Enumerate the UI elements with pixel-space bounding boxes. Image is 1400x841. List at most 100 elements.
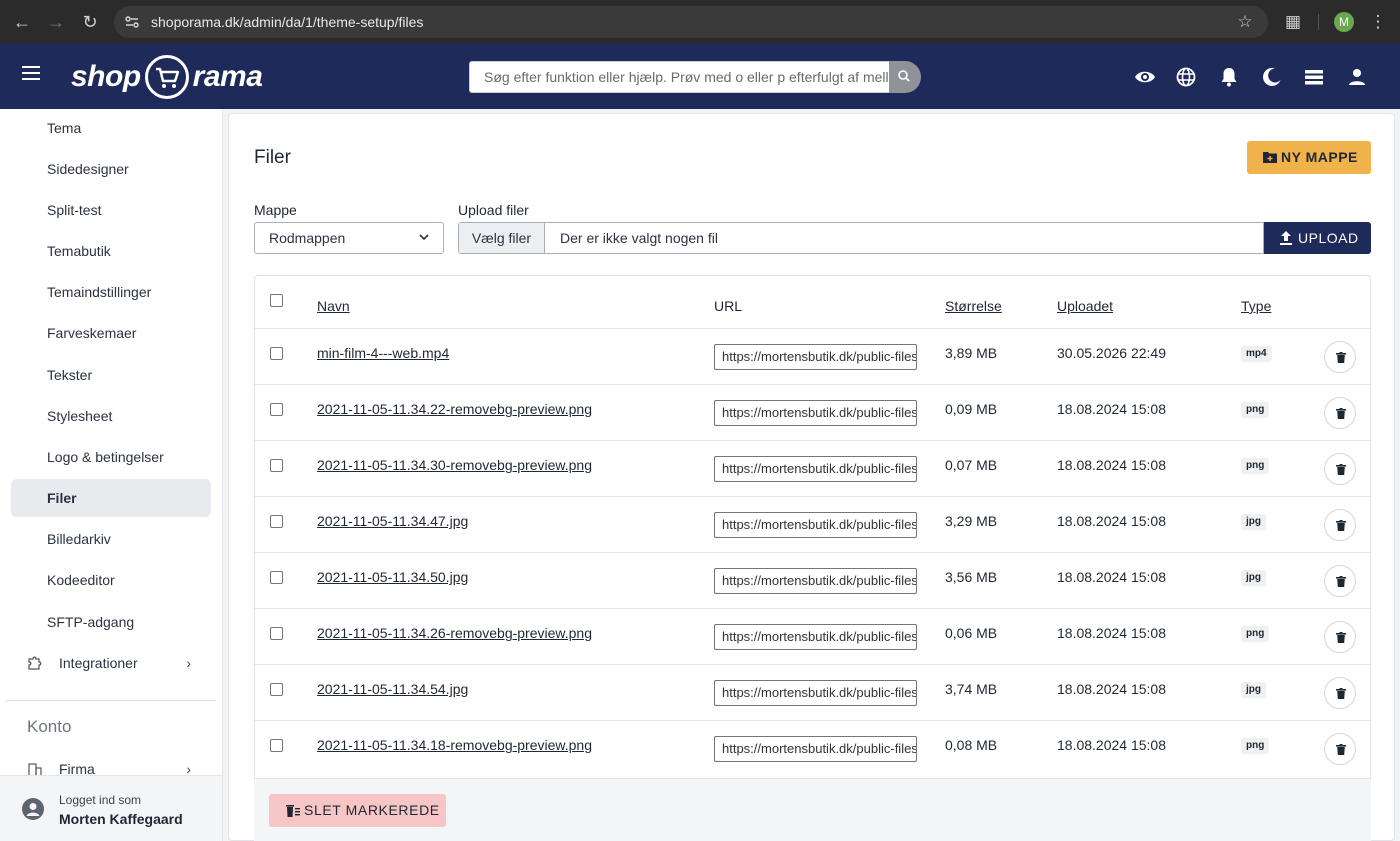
file-url-field[interactable]: https://mortensbutik.dk/public-files/ xyxy=(714,736,917,762)
file-url-field[interactable]: https://mortensbutik.dk/public-files/ xyxy=(714,400,917,426)
file-name-link[interactable]: 2021-11-05-11.34.18-removebg-preview.png xyxy=(317,737,592,753)
hamburger-menu-icon[interactable] xyxy=(22,66,42,86)
sidebar-item-farveskemaer[interactable]: Farveskemaer xyxy=(11,314,211,352)
choose-files-button[interactable]: Vælg filer xyxy=(459,223,545,253)
row-checkbox[interactable] xyxy=(270,739,283,752)
file-type-badge: png xyxy=(1241,402,1270,418)
delete-file-button[interactable] xyxy=(1324,565,1356,597)
delete-file-button[interactable] xyxy=(1324,397,1356,429)
sidebar-item-sidedesigner[interactable]: Sidedesigner xyxy=(11,150,211,188)
file-url-field[interactable]: https://mortensbutik.dk/public-files/ xyxy=(714,512,917,538)
file-name-link[interactable]: 2021-11-05-11.34.30-removebg-preview.png xyxy=(317,457,592,473)
file-url-field[interactable]: https://mortensbutik.dk/public-files/ xyxy=(714,568,917,594)
sidebar-item-logo-betingelser[interactable]: Logo & betingelser xyxy=(11,438,211,476)
sidebar-item-tekster[interactable]: Tekster xyxy=(11,356,211,394)
upload-button[interactable]: UPLOAD xyxy=(1264,222,1371,254)
upload-icon xyxy=(1280,231,1292,245)
row-checkbox[interactable] xyxy=(270,515,283,528)
select-all-checkbox[interactable] xyxy=(270,294,283,307)
file-name-link[interactable]: 2021-11-05-11.34.26-removebg-preview.png xyxy=(317,625,592,641)
delete-file-button[interactable] xyxy=(1324,677,1356,709)
stores-stack-icon[interactable] xyxy=(1302,65,1326,89)
sidebar-item-stylesheet[interactable]: Stylesheet xyxy=(11,397,211,435)
sidebar-item-temabutik[interactable]: Temabutik xyxy=(11,232,211,270)
file-url-field[interactable]: https://mortensbutik.dk/public-files/ xyxy=(714,624,917,650)
column-header-size[interactable]: Størrelse xyxy=(945,298,1002,314)
table-row: 2021-11-05-11.34.30-removebg-preview.png… xyxy=(255,440,1370,496)
file-upload-input[interactable]: Vælg filer Der er ikke valgt nogen fil xyxy=(458,222,1264,254)
search-input[interactable]: Søg efter funktion eller hjælp. Prøv med… xyxy=(469,61,890,93)
column-header-name[interactable]: Navn xyxy=(317,298,350,314)
table-row: 2021-11-05-11.34.54.jpg https://mortensb… xyxy=(255,664,1370,720)
row-checkbox[interactable] xyxy=(270,403,283,416)
folder-select[interactable]: Rodmappen xyxy=(254,222,444,254)
url-text[interactable]: shoporama.dk/admin/da/1/theme-setup/file… xyxy=(151,14,423,30)
logo-text-right: rama xyxy=(192,60,263,93)
delete-file-button[interactable] xyxy=(1324,453,1356,485)
address-bar[interactable]: shoporama.dk/admin/da/1/theme-setup/file… xyxy=(114,6,1268,38)
chevron-down-icon xyxy=(419,234,429,241)
file-uploaded-date: 18.08.2024 15:08 xyxy=(1057,737,1166,753)
row-checkbox[interactable] xyxy=(270,683,283,696)
site-settings-icon[interactable] xyxy=(124,14,140,30)
sidebar-item-sftp-adgang[interactable]: SFTP-adgang xyxy=(11,603,211,641)
table-row: 2021-11-05-11.34.26-removebg-preview.png… xyxy=(255,608,1370,664)
logged-in-label: Logget ind som xyxy=(59,793,142,807)
notifications-bell-icon[interactable] xyxy=(1217,65,1241,89)
globe-icon[interactable] xyxy=(1174,65,1198,89)
file-name-link[interactable]: 2021-11-05-11.34.54.jpg xyxy=(317,681,468,697)
back-icon[interactable]: ← xyxy=(10,10,34,34)
file-name-link[interactable]: 2021-11-05-11.34.47.jpg xyxy=(317,513,468,529)
search-button[interactable] xyxy=(889,61,921,93)
file-type-badge: png xyxy=(1241,738,1270,754)
delete-marked-button[interactable]: SLET MARKEREDE xyxy=(269,794,446,827)
profile-avatar[interactable]: M xyxy=(1334,12,1354,32)
sidebar-section-konto: Konto xyxy=(27,717,72,736)
trash-icon xyxy=(1336,352,1346,363)
delete-file-button[interactable] xyxy=(1324,621,1356,653)
sidebar-item-kodeeditor[interactable]: Kodeeditor xyxy=(11,561,211,599)
delete-file-button[interactable] xyxy=(1324,733,1356,765)
file-name-link[interactable]: 2021-11-05-11.34.22-removebg-preview.png xyxy=(317,401,592,417)
app-header: shop rama Søg efter funktion eller hjælp… xyxy=(0,44,1400,109)
row-checkbox[interactable] xyxy=(270,571,283,584)
column-header-uploaded[interactable]: Uploadet xyxy=(1057,298,1113,314)
sidebar-item-split-test[interactable]: Split-test xyxy=(11,191,211,229)
toolbar-divider xyxy=(1318,14,1319,30)
delete-file-button[interactable] xyxy=(1324,341,1356,373)
file-url-field[interactable]: https://mortensbutik.dk/public-files/ xyxy=(714,456,917,482)
file-type-badge: png xyxy=(1241,626,1270,642)
preview-eye-icon[interactable] xyxy=(1133,65,1157,89)
bookmark-star-icon[interactable]: ☆ xyxy=(1233,10,1257,34)
extensions-icon[interactable]: ▦ xyxy=(1281,10,1305,34)
file-name-link[interactable]: min-film-4---web.mp4 xyxy=(317,345,449,361)
table-row: 2021-11-05-11.34.22-removebg-preview.png… xyxy=(255,384,1370,440)
sidebar-item-temaindstillinger[interactable]: Temaindstillinger xyxy=(11,273,211,311)
file-name-link[interactable]: 2021-11-05-11.34.50.jpg xyxy=(317,569,468,585)
puzzle-icon xyxy=(28,656,42,670)
forward-icon[interactable]: → xyxy=(44,10,68,34)
file-url-field[interactable]: https://mortensbutik.dk/public-files/ xyxy=(714,680,917,706)
file-size: 0,08 MB xyxy=(945,737,998,753)
dark-mode-moon-icon[interactable] xyxy=(1260,65,1284,89)
file-size: 3,74 MB xyxy=(945,681,998,697)
browser-menu-icon[interactable]: ⋮ xyxy=(1366,10,1390,34)
sidebar-item-tema[interactable]: Tema xyxy=(11,109,211,147)
table-row: 2021-11-05-11.34.47.jpg https://mortensb… xyxy=(255,496,1370,552)
row-checkbox[interactable] xyxy=(270,627,283,640)
shoporama-logo[interactable]: shop rama xyxy=(71,54,263,100)
delete-file-button[interactable] xyxy=(1324,509,1356,541)
file-size: 0,07 MB xyxy=(945,457,998,473)
row-checkbox[interactable] xyxy=(270,347,283,360)
sidebar-item-billedarkiv[interactable]: Billedarkiv xyxy=(11,520,211,558)
logged-in-user[interactable]: Logget ind som Morten Kaffegaard xyxy=(0,775,222,841)
file-url-field[interactable]: https://mortensbutik.dk/public-files/ xyxy=(714,344,917,370)
column-header-type[interactable]: Type xyxy=(1241,298,1271,314)
row-checkbox[interactable] xyxy=(270,459,283,472)
new-folder-button[interactable]: NY MAPPE xyxy=(1247,141,1371,174)
sidebar-item-filer[interactable]: Filer xyxy=(11,479,211,517)
file-size: 3,56 MB xyxy=(945,569,998,585)
reload-icon[interactable]: ↻ xyxy=(78,10,102,34)
sidebar-item-integrationer[interactable]: Integrationer › xyxy=(11,644,211,682)
user-account-icon[interactable] xyxy=(1345,65,1369,89)
